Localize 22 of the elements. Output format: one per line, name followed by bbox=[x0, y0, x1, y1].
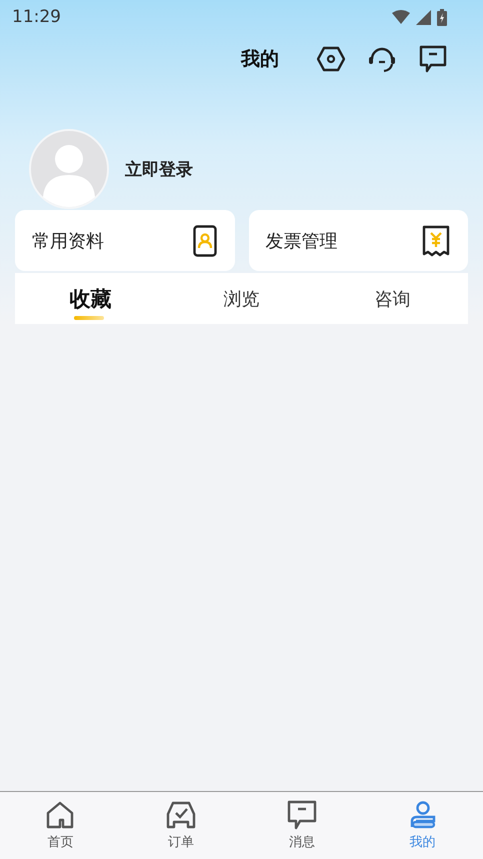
car-icon bbox=[165, 800, 198, 830]
status-time: 11:29 bbox=[12, 7, 61, 27]
contact-card-icon bbox=[192, 224, 216, 256]
message-icon bbox=[286, 800, 317, 830]
tab[interactable]: 收藏 bbox=[15, 273, 166, 324]
login-link[interactable]: 立即登录 bbox=[125, 158, 193, 180]
page-title: 我的 bbox=[241, 47, 279, 72]
tab[interactable]: 咨询 bbox=[317, 273, 468, 324]
tab[interactable]: 浏览 bbox=[166, 273, 317, 324]
shortcut-card[interactable]: 发票管理 bbox=[248, 210, 468, 271]
home-icon bbox=[45, 800, 76, 830]
nav-item[interactable]: 首页 bbox=[0, 792, 121, 859]
shortcut-card[interactable]: 常用资料 bbox=[15, 210, 234, 271]
headset-icon[interactable] bbox=[367, 45, 397, 73]
wifi-icon bbox=[392, 10, 410, 24]
nav-item[interactable]: 订单 bbox=[120, 792, 242, 859]
signal-icon bbox=[416, 10, 431, 24]
message-icon[interactable] bbox=[419, 45, 447, 73]
settings-icon[interactable] bbox=[317, 46, 345, 72]
nav-item[interactable]: 消息 bbox=[242, 792, 362, 859]
battery-icon bbox=[437, 8, 447, 26]
receipt-icon bbox=[422, 224, 450, 256]
